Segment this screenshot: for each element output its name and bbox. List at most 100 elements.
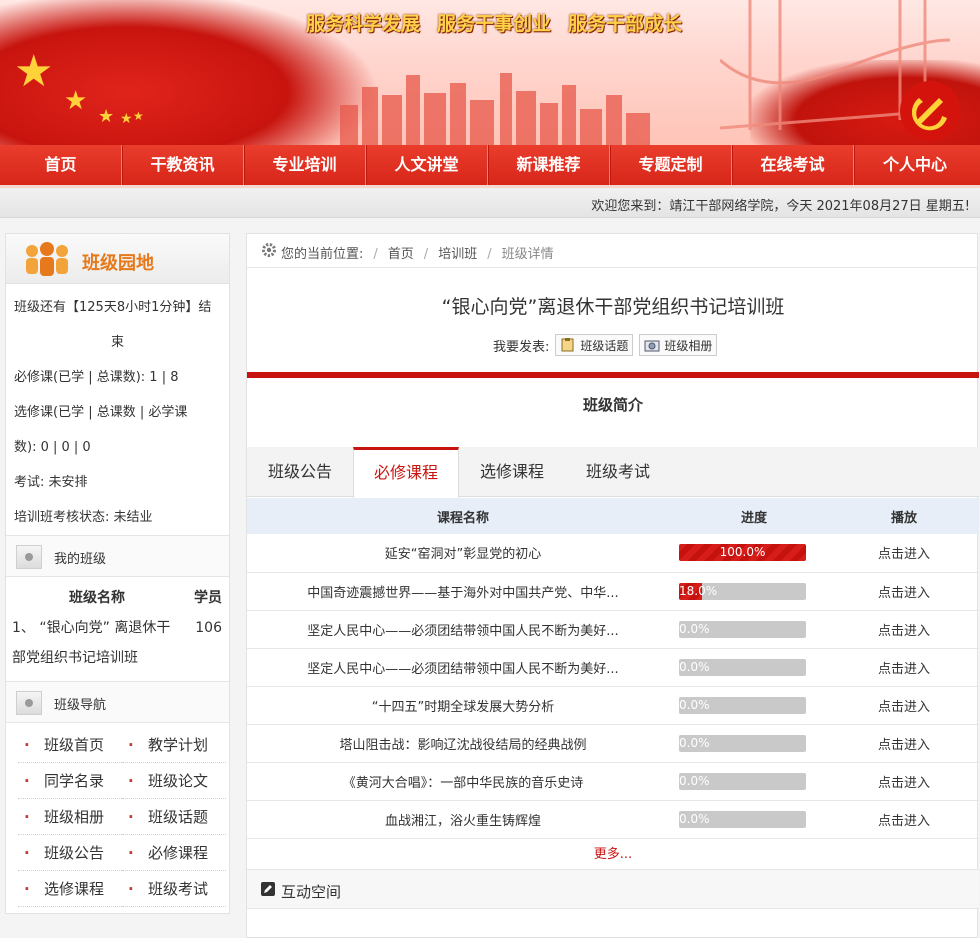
my-class-name-line2[interactable]: 部党组织书记培训班	[12, 650, 138, 666]
breadcrumb-training[interactable]: 培训班	[438, 247, 477, 262]
play-link[interactable]: 点击进入	[829, 572, 979, 611]
nav-item-news[interactable]: 干教资讯	[122, 145, 244, 185]
main-panel: 您的当前位置: / 首页 / 培训班 / 班级详情 “银心向党”离退休干部党组织书记培训班 …	[246, 233, 979, 938]
my-class-name[interactable]: 1、 “银心向党” 离退休干 部党组织书记培训班	[12, 613, 192, 673]
post-album-label: 班级相册	[664, 338, 713, 353]
course-progress-cell: 100.0%	[679, 534, 829, 573]
my-class-heading: 我的班级	[54, 552, 107, 567]
play-link[interactable]: 点击进入	[829, 686, 979, 725]
course-name[interactable]: 《黄河大合唱》：一部中华民族的音乐史诗	[247, 762, 679, 801]
breadcrumb-home[interactable]: 首页	[388, 247, 414, 262]
nav-item-exam[interactable]: 在线考试	[732, 145, 854, 185]
my-class-table: 班级名称 学员 1、 “银心向党” 离退休干 部党组织书记培训班 106	[6, 577, 229, 681]
course-row: 延安“窑洞对”彰显党的初心 100.0% 点击进入	[247, 534, 979, 573]
play-link[interactable]: 点击进入	[829, 762, 979, 801]
class-nav-heading: 班级导航	[54, 698, 107, 713]
play-link[interactable]: 点击进入	[829, 800, 979, 839]
course-name[interactable]: 延安“窑洞对”彰显党的初心	[247, 534, 679, 573]
course-progress-cell: 0.0%	[679, 762, 829, 801]
elective-courses-stat-cont: 数): 0 | 0 | 0	[14, 440, 91, 455]
star-icon: ★	[64, 86, 88, 116]
progress-bar: 0.0%	[679, 772, 806, 790]
tab-notices[interactable]: 班级公告	[247, 447, 353, 497]
class-nav-papers[interactable]: 班级论文	[122, 763, 226, 799]
course-name[interactable]: “十四五”时期全球发展大势分析	[247, 686, 679, 725]
class-nav-header: 班级导航	[6, 681, 229, 723]
star-icon: ★	[98, 106, 115, 127]
class-nav-album[interactable]: 班级相册	[18, 799, 122, 835]
breadcrumb: 您的当前位置: / 首页 / 培训班 / 班级详情	[247, 234, 977, 268]
star-icon: ★	[14, 46, 54, 97]
class-info: 班级还有【125天8小时1分钟】结 束 必修课(已学 | 总课数): 1 | 8…	[6, 284, 229, 535]
course-name[interactable]: 血战湘江，浴火重生铸辉煌	[247, 800, 679, 839]
course-progress-cell: 18.0%	[679, 572, 829, 611]
class-nav-exam[interactable]: 班级考试	[122, 871, 226, 907]
class-nav-plan[interactable]: 教学计划	[122, 727, 226, 763]
course-row: 坚定人民中心——必须团结带领中国人民不断为美好... 0.0% 点击进入	[247, 610, 979, 649]
slogan-1: 服务科学发展	[306, 13, 421, 35]
progress-label: 0.0%	[679, 735, 710, 750]
breadcrumb-separator: /	[373, 247, 378, 262]
city-skyline-illustration	[340, 73, 650, 145]
breadcrumb-separator: /	[423, 247, 429, 262]
play-link[interactable]: 点击进入	[829, 610, 979, 649]
nav-item-custom[interactable]: 专题定制	[610, 145, 732, 185]
class-nav-roster[interactable]: 同学名录	[18, 763, 122, 799]
gear-icon	[262, 243, 276, 257]
nav-item-personal[interactable]: 个人中心	[854, 145, 976, 185]
nav-item-home[interactable]: 首页	[0, 145, 122, 185]
post-actions: 我要发表: 班级话题 班级相册	[493, 334, 718, 356]
tab-required-courses[interactable]: 必修课程	[353, 447, 459, 498]
course-row: 坚定人民中心——必须团结带领中国人民不断为美好... 0.0% 点击进入	[247, 648, 979, 687]
breadcrumb-items: 您的当前位置: / 首页 / 培训班 / 班级详情	[281, 243, 554, 262]
star-icon: ★	[133, 109, 144, 123]
breadcrumb-separator: /	[487, 247, 492, 262]
party-emblem-icon	[900, 81, 960, 141]
people-icon	[26, 242, 68, 276]
tab-elective-courses[interactable]: 选修课程	[459, 447, 565, 497]
tab-class-exam[interactable]: 班级考试	[565, 447, 671, 497]
class-nav-topics[interactable]: 班级话题	[122, 799, 226, 835]
nav-item-lectures[interactable]: 人文讲堂	[366, 145, 488, 185]
col-course-name: 课程名称	[247, 498, 679, 534]
course-progress-cell: 0.0%	[679, 686, 829, 725]
elective-courses-stat: 选修课(已学 | 总课数 | 必学课	[14, 405, 188, 420]
banner-slogan: 服务科学发展 服务干事创业 服务干部成长	[306, 9, 699, 36]
course-progress-cell: 0.0%	[679, 800, 829, 839]
class-icon	[16, 545, 42, 569]
class-nav-home[interactable]: 班级首页	[18, 727, 122, 763]
post-album-button[interactable]: 班级相册	[639, 334, 718, 356]
more-link[interactable]: 更多...	[247, 843, 979, 862]
progress-bar: 0.0%	[679, 734, 806, 752]
slogan-3: 服务干部成长	[568, 13, 683, 35]
post-topic-button[interactable]: 班级话题	[555, 334, 634, 356]
sidebar-header: 班级园地	[6, 234, 229, 284]
my-class-row[interactable]: 1、 “银心向党” 离退休干 部党组织书记培训班 106	[12, 613, 223, 673]
class-nav-notices[interactable]: 班级公告	[18, 835, 122, 871]
play-link[interactable]: 点击进入	[829, 724, 979, 763]
course-table-header: 课程名称 进度 播放	[247, 498, 979, 534]
intro-heading: 班级简介	[582, 396, 643, 414]
class-nav-required[interactable]: 必修课程	[122, 835, 226, 871]
play-link[interactable]: 点击进入	[829, 534, 979, 573]
nav-item-new-courses[interactable]: 新课推荐	[488, 145, 610, 185]
slogan-2: 服务干事创业	[437, 13, 552, 35]
class-nav-elective[interactable]: 选修课程	[18, 871, 122, 907]
course-name[interactable]: 中国奇迹震撼世界——基于海外对中国共产党、中华...	[247, 572, 679, 611]
breadcrumb-current: 班级详情	[501, 247, 554, 262]
required-courses-stat: 必修课(已学 | 总课数): 1 | 8	[14, 370, 179, 385]
col-play: 播放	[829, 498, 979, 534]
play-link[interactable]: 点击进入	[829, 648, 979, 687]
course-name[interactable]: 塔山阻击战：影响辽沈战役结局的经典战例	[247, 724, 679, 763]
course-table: 课程名称 进度 播放 延安“窑洞对”彰显党的初心 100.0% 点击进入 中国奇迹震撼…	[247, 498, 979, 839]
post-label: 我要发表:	[493, 339, 550, 355]
exam-status: 考试: 未安排	[14, 475, 88, 490]
col-class-name: 班级名称	[69, 590, 125, 606]
col-progress: 进度	[679, 498, 829, 534]
course-name[interactable]: 坚定人民中心——必须团结带领中国人民不断为美好...	[247, 610, 679, 649]
course-row: 中国奇迹震撼世界——基于海外对中国共产党、中华... 18.0% 点击进入	[247, 572, 979, 611]
course-progress-cell: 0.0%	[679, 648, 829, 687]
course-name[interactable]: 坚定人民中心——必须团结带领中国人民不断为美好...	[247, 648, 679, 687]
nav-item-training[interactable]: 专业培训	[244, 145, 366, 185]
my-class-name-line1[interactable]: 1、 “银心向党” 离退休干	[12, 620, 170, 636]
